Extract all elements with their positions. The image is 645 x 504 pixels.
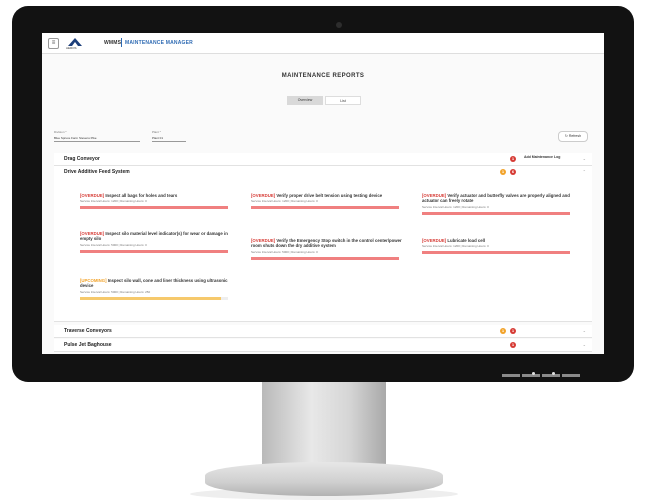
division-label: Division * xyxy=(54,130,67,134)
section-traverse-conveyors[interactable]: Traverse Conveyors 1 1 ⌄ xyxy=(54,325,592,338)
overdue-badge: 1 xyxy=(510,156,516,162)
upcoming-badge: 1 xyxy=(500,328,506,334)
progress-fill xyxy=(422,211,570,215)
task-card[interactable]: [UPCOMING] Inspect silo wall, cone and l… xyxy=(80,278,232,300)
chevron-down-icon[interactable]: ⌄ xyxy=(583,342,586,347)
section-title: Pulse Jet Baghouse xyxy=(64,342,112,348)
chin-light xyxy=(562,374,580,377)
page-title: MAINTENANCE REPORTS xyxy=(281,73,365,79)
plant-label: Plant * xyxy=(152,130,161,134)
task-interval: Service Interval Hours: 1200 | Remaining… xyxy=(422,204,489,209)
upcoming-badge: 1 xyxy=(500,169,506,175)
status-tag: [OVERDUE] xyxy=(422,193,447,198)
brand-divider xyxy=(121,38,122,47)
logo-text: AEROS xyxy=(66,46,77,50)
progress-fill xyxy=(80,296,221,300)
chevron-down-icon[interactable]: ⌄ xyxy=(583,328,586,333)
section-title: Drag Conveyor xyxy=(64,156,100,162)
monitor-stand-base xyxy=(205,462,443,496)
status-tag: [OVERDUE] xyxy=(251,238,276,243)
task-interval: Service Interval Hours: 1200 | Remaining… xyxy=(80,199,147,204)
app-screen: ≡ AEROS WMMS MAINTENANCE MANAGER MAINTEN… xyxy=(42,33,604,354)
task-card[interactable]: [OVERDUE] Verify actuator and butterfly … xyxy=(422,193,574,215)
app-bar: ≡ AEROS WMMS MAINTENANCE MANAGER xyxy=(42,33,604,54)
tab-list[interactable]: List xyxy=(325,96,361,105)
task-card[interactable]: [OVERDUE] Lubricate load cell Service In… xyxy=(422,238,574,255)
progress-bar xyxy=(80,206,228,210)
add-maintenance-log-button[interactable]: Add Maintenance Log xyxy=(524,155,560,159)
status-tag: [OVERDUE] xyxy=(422,238,447,243)
section-drag-conveyor[interactable]: Drag Conveyor 1 Add Maintenance Log ⌄ xyxy=(54,153,592,166)
module-name[interactable]: MAINTENANCE MANAGER xyxy=(125,40,193,46)
aeros-logo xyxy=(68,38,82,46)
chin-light xyxy=(502,374,520,377)
progress-fill xyxy=(80,249,228,253)
progress-fill xyxy=(422,251,570,255)
refresh-button[interactable]: ↻ Refresh xyxy=(558,131,588,142)
division-select[interactable]: Blue Spruce Farm Stevens Pike xyxy=(54,136,140,142)
brand-name: WMMS xyxy=(104,40,122,46)
status-tag: [UPCOMING] xyxy=(80,278,107,283)
led-dot xyxy=(532,372,535,375)
task-interval: Service Interval Hours: 1200 | Remaining… xyxy=(251,199,318,204)
status-tag: [OVERDUE] xyxy=(251,193,276,198)
progress-bar xyxy=(422,211,570,215)
task-card[interactable]: [OVERDUE] Verify the Emergency Stop swit… xyxy=(251,238,403,260)
chevron-up-icon[interactable]: ⌃ xyxy=(583,169,586,174)
section-title[interactable]: Drive Additive Feed System xyxy=(64,169,130,175)
refresh-label: Refresh xyxy=(568,134,582,138)
section-title: Traverse Conveyors xyxy=(64,328,112,334)
task-text: Verify proper drive belt tension using t… xyxy=(276,193,383,198)
task-card[interactable]: [OVERDUE] Inspect all bags for holes and… xyxy=(80,193,232,210)
progress-bar xyxy=(422,251,570,255)
monitor-stand-neck xyxy=(262,382,386,468)
overdue-badge: 1 xyxy=(510,328,516,334)
progress-fill xyxy=(251,256,399,260)
overdue-badge: 1 xyxy=(510,342,516,348)
status-tag: [OVERDUE] xyxy=(80,231,105,236)
progress-bar xyxy=(251,206,399,210)
task-interval: Service Interval Hours: 5000 | Remaining… xyxy=(80,242,147,247)
task-interval: Service Interval Hours: 1200 | Remaining… xyxy=(422,244,489,249)
progress-fill xyxy=(251,206,399,210)
led-dot xyxy=(552,372,555,375)
chin-light xyxy=(522,374,540,377)
progress-bar xyxy=(251,256,399,260)
tab-overview[interactable]: Overview xyxy=(287,96,323,105)
chin-light xyxy=(542,374,560,377)
progress-bar xyxy=(80,249,228,253)
camera-icon xyxy=(336,22,342,28)
task-card[interactable]: [OVERDUE] Verify proper drive belt tensi… xyxy=(251,193,403,210)
chevron-down-icon[interactable]: ⌄ xyxy=(583,156,586,161)
section-pulse-jet-baghouse[interactable]: Pulse Jet Baghouse 1 ⌄ xyxy=(54,339,592,352)
task-text: Lubricate load cell xyxy=(447,238,486,243)
progress-bar xyxy=(80,296,228,300)
task-card[interactable]: [OVERDUE] Inspect silo material level in… xyxy=(80,231,232,253)
task-text: Inspect all bags for holes and tears xyxy=(105,193,178,198)
plant-select[interactable]: Plant 01 xyxy=(152,136,186,142)
task-interval: Service Interval Hours: 5000 | Remaining… xyxy=(80,289,151,294)
task-interval: Service Interval Hours: 5000 | Remaining… xyxy=(251,249,318,254)
status-tag: [OVERDUE] xyxy=(80,193,105,198)
progress-fill xyxy=(80,206,228,210)
menu-icon[interactable]: ≡ xyxy=(48,38,59,49)
overdue-badge: 6 xyxy=(510,169,516,175)
